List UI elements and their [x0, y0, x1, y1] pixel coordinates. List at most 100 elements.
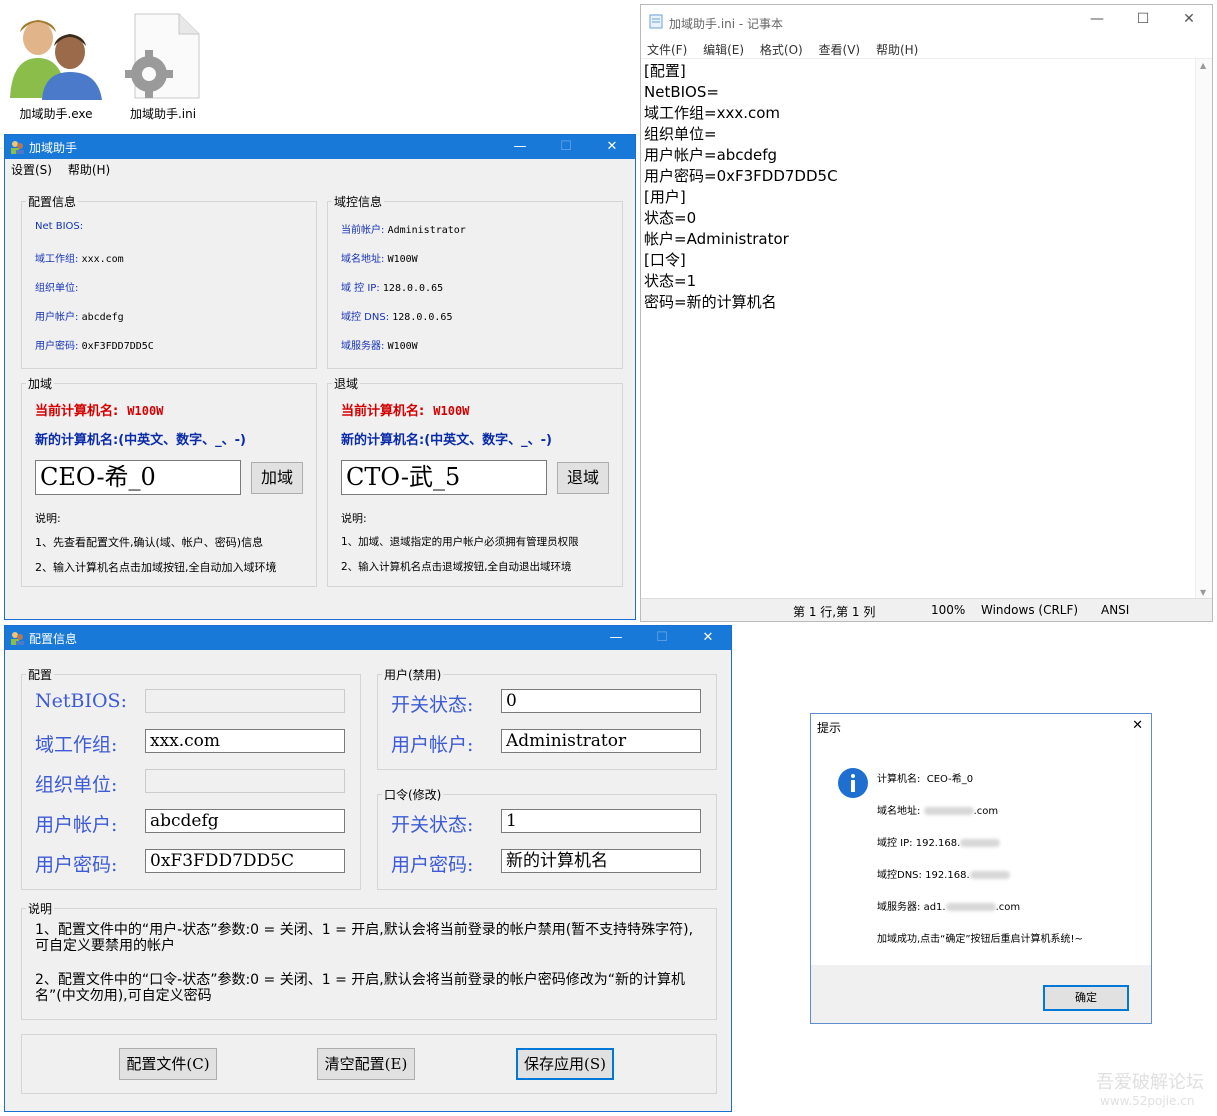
desktop-icon-ini[interactable]: 加域助手.ini: [118, 10, 208, 122]
status-eol: Windows (CRLF): [981, 603, 1079, 617]
menu-bar: 设置(S) 帮助(H): [5, 159, 635, 179]
pwd-switch-label: 开关状态:: [391, 814, 474, 836]
clear-config-button[interactable]: 清空配置(E): [317, 1048, 415, 1080]
config-note-1: 1、配置文件中的“用户-状态”参数:0 = 关闭、1 = 开启,默认会将当前登录…: [35, 922, 694, 954]
group-legend: 说明: [28, 902, 53, 916]
dialog-row-server: 域服务器: ad1. .com: [877, 902, 1021, 913]
notepad-status-bar: 第 1 行,第 1 列 100% Windows (CRLF) ANSI: [641, 598, 1212, 621]
join-domain-button[interactable]: 加域: [251, 462, 303, 494]
minimize-button[interactable]: —: [497, 135, 543, 159]
dc-row-account: 当前帐户: Administrator: [341, 225, 466, 236]
group-legend: 退域: [334, 377, 359, 391]
dialog-title-bar[interactable]: 提示 ✕: [811, 714, 1151, 740]
workgroup-label: 域工作组:: [35, 734, 118, 756]
main-window: 加域助手 — ☐ ✕ 设置(S) 帮助(H) 配置信息 Net BIOS: 域工…: [4, 134, 636, 620]
menu-file[interactable]: 文件(F): [641, 39, 693, 58]
save-apply-button[interactable]: 保存应用(S): [516, 1048, 614, 1080]
menu-settings[interactable]: 设置(S): [5, 159, 58, 180]
dc-row-domain: 域名地址: W100W: [341, 254, 418, 265]
dialog-row-ip: 域控 IP: 192.168.: [877, 834, 1001, 849]
menu-edit[interactable]: 编辑(E): [697, 39, 750, 58]
scroll-up-icon[interactable]: ▲: [1200, 61, 1206, 70]
join-computer-name-input[interactable]: CEO-希_0: [35, 460, 241, 495]
maximize-button[interactable]: ☐: [639, 626, 685, 650]
config-note-2: 2、配置文件中的“口令-状态”参数:0 = 关闭、1 = 开启,默认会将当前登录…: [35, 972, 685, 1004]
notepad-window: 加域助手.ini - 记事本 — ☐ ✕ 文件(F) 编辑(E) 格式(O) 查…: [640, 4, 1213, 622]
workgroup-input[interactable]: xxx.com: [145, 729, 345, 753]
config-title-bar[interactable]: 配置信息 — ☐ ✕: [5, 626, 731, 650]
config-file-button[interactable]: 配置文件(C): [119, 1048, 217, 1080]
text-line: 用户帐户=abcdefg: [644, 146, 778, 164]
join-note-title: 说明:: [35, 512, 61, 525]
main-title-bar[interactable]: 加域助手 — ☐ ✕: [5, 135, 635, 159]
leave-note-1: 1、加域、退域指定的用户帐户必须拥有管理员权限: [341, 536, 579, 548]
pwd-value-input[interactable]: 新的计算机名: [501, 849, 701, 873]
group-legend: 配置信息: [28, 195, 77, 209]
menu-view[interactable]: 查看(V): [813, 39, 867, 58]
group-legend: 域控信息: [334, 195, 383, 209]
config-row-workgroup: 域工作组: xxx.com: [35, 254, 124, 265]
text-line: NetBIOS=: [644, 83, 719, 101]
close-button[interactable]: ✕: [1166, 11, 1212, 27]
close-button[interactable]: ✕: [685, 626, 731, 650]
notepad-title-bar[interactable]: 加域助手.ini - 记事本 — ☐ ✕: [641, 5, 1212, 37]
dc-row-server: 域服务器: W100W: [341, 341, 418, 352]
leave-domain-button[interactable]: 退域: [557, 462, 609, 494]
leave-note-2: 2、输入计算机名点击退域按钮,全自动退出域环境: [341, 561, 572, 573]
group-legend: 加域: [28, 377, 53, 391]
maximize-button[interactable]: ☐: [1120, 11, 1166, 27]
join-new-name-label: 新的计算机名:(中英文、数字、_、-): [35, 433, 246, 448]
user-switch-label: 开关状态:: [391, 694, 474, 716]
config-row-account: 用户帐户: abcdefg: [35, 312, 124, 323]
dialog-row-computer: 计算机名: CEO-希_0: [877, 774, 974, 785]
dc-row-dns: 域控 DNS: 128.0.0.65: [341, 312, 453, 323]
minimize-button[interactable]: —: [1074, 11, 1120, 27]
text-line: [配置]: [644, 62, 686, 80]
status-encoding: ANSI: [1101, 603, 1130, 617]
close-button[interactable]: ✕: [589, 135, 635, 159]
app-icon: [11, 632, 24, 645]
menu-help[interactable]: 帮助(H): [870, 39, 924, 58]
config-row-ou: 组织单位:: [35, 283, 79, 294]
watermark-url: www.52pojie.cn: [1100, 1094, 1195, 1108]
notepad-menu-bar: 文件(F) 编辑(E) 格式(O) 查看(V) 帮助(H): [641, 39, 1212, 59]
desktop-icon-label: 加域助手.ini: [129, 107, 197, 121]
text-line: 用户密码=0xF3FDD7DD5C: [644, 167, 838, 185]
config-row-password: 用户密码: 0xF3FDD7DD5C: [35, 341, 154, 352]
password-input[interactable]: 0xF3FDD7DD5C: [145, 849, 345, 873]
pwd-switch-input[interactable]: 1: [501, 809, 701, 833]
config-window: 配置信息 — ☐ ✕ 配置 NetBIOS: 域工作组: xxx.com 组织单…: [4, 625, 732, 1112]
dialog-row-dns: 域控DNS: 192.168.: [877, 866, 1010, 881]
dialog-title: 提示: [817, 721, 842, 735]
leave-computer-name-input[interactable]: CTO-武_5: [341, 460, 547, 495]
text-line: 密码=新的计算机名: [644, 293, 777, 311]
leave-note-title: 说明:: [341, 512, 367, 525]
ok-button[interactable]: 确定: [1043, 985, 1129, 1011]
maximize-button[interactable]: ☐: [543, 135, 589, 159]
close-button[interactable]: ✕: [1132, 718, 1143, 733]
netbios-input[interactable]: [145, 689, 345, 713]
menu-format[interactable]: 格式(O): [754, 39, 809, 58]
account-input[interactable]: abcdefg: [145, 809, 345, 833]
leave-current-name: 当前计算机名: W100W: [341, 404, 470, 419]
menu-help[interactable]: 帮助(H): [62, 159, 116, 180]
user-account-input[interactable]: Administrator: [501, 729, 701, 753]
text-line: [用户]: [644, 188, 686, 206]
user-switch-input[interactable]: 0: [501, 689, 701, 713]
minimize-button[interactable]: —: [593, 626, 639, 650]
notepad-text-area[interactable]: [配置] NetBIOS= 域工作组=xxx.com 组织单位= 用户帐户=ab…: [644, 61, 838, 313]
watermark-title: 吾爱破解论坛: [1096, 1072, 1204, 1093]
desktop-icon-exe[interactable]: 加域助手.exe: [6, 10, 106, 122]
text-line: 状态=1: [644, 272, 697, 290]
users-icon: [10, 20, 102, 100]
ou-input[interactable]: [145, 769, 345, 793]
text-line: 域工作组=xxx.com: [644, 104, 781, 122]
text-line: [口令]: [644, 251, 686, 269]
scroll-down-icon[interactable]: ▼: [1200, 588, 1206, 597]
leave-new-name-label: 新的计算机名:(中英文、数字、_、-): [341, 433, 552, 448]
vertical-scrollbar[interactable]: ▲ ▼: [1195, 59, 1212, 599]
user-account-label: 用户帐户:: [391, 734, 474, 756]
notepad-icon: [649, 14, 663, 29]
join-note-2: 2、输入计算机名点击加域按钮,全自动加入域环境: [35, 561, 277, 574]
notepad-title: 加域助手.ini - 记事本: [669, 17, 784, 31]
